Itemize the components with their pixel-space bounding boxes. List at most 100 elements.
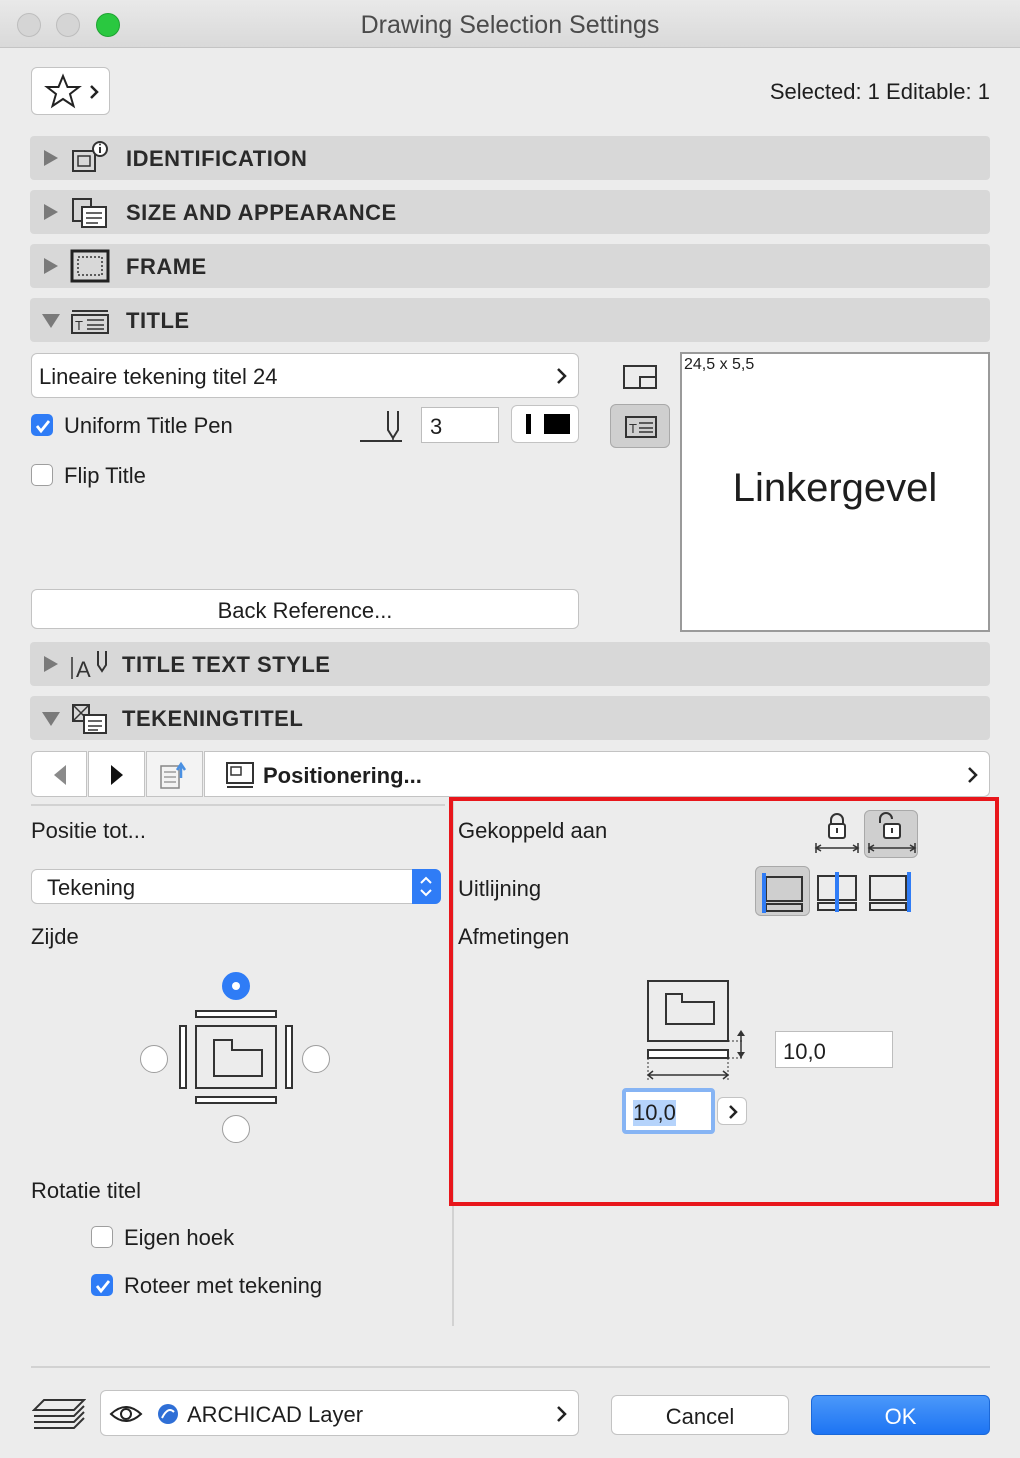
- offset-more-button[interactable]: [717, 1097, 747, 1125]
- title-type-value: Lineaire tekening titel 24: [39, 364, 278, 389]
- page-selector[interactable]: Positionering...: [204, 751, 990, 797]
- afmetingen-label: Afmetingen: [458, 924, 570, 949]
- preview-title-button[interactable]: T: [610, 404, 670, 448]
- flip-title-label: Flip Title: [64, 463, 146, 488]
- tekeningtitel-icon: [72, 704, 107, 734]
- pen-weight-swatch: [526, 414, 531, 434]
- panel-label: TITLE TEXT STYLE: [122, 652, 331, 677]
- preview-size-label: 24,5 x 5,5: [684, 356, 755, 373]
- chevron-right-icon: [968, 767, 978, 783]
- align-center-button[interactable]: [812, 866, 862, 916]
- ok-label: OK: [884, 1404, 917, 1429]
- side-bottom-radio[interactable]: [222, 1115, 250, 1143]
- panel-identification[interactable]: IDENTIFICATION: [30, 136, 990, 180]
- disclosure-closed-icon: [44, 258, 58, 274]
- panel-frame[interactable]: FRAME: [30, 244, 990, 288]
- back-reference-label: Back Reference...: [217, 598, 393, 623]
- size-appearance-icon: [72, 198, 107, 228]
- drawing-selection-settings-dialog: Drawing Selection Settings Selected: 1 E…: [0, 0, 1020, 1458]
- page-label: Positionering...: [263, 763, 422, 788]
- align-right-icon: [869, 872, 911, 912]
- pen-number-input[interactable]: 3: [421, 407, 499, 443]
- select-stepper: [412, 869, 441, 904]
- title-bar: Drawing Selection Settings: [0, 0, 1020, 48]
- selection-info: Selected: 1 Editable: 1: [769, 79, 990, 104]
- positie-value: Tekening: [47, 875, 136, 900]
- gekoppeld-aan-label: Gekoppeld aan: [458, 818, 608, 843]
- back-reference-button[interactable]: Back Reference...: [31, 589, 579, 629]
- disclosure-closed-icon: [44, 656, 58, 672]
- rotatie-titel-label: Rotatie titel: [31, 1178, 142, 1203]
- page-icon: [226, 762, 254, 788]
- text-style-icon: A: [71, 651, 107, 681]
- panel-title-text-style[interactable]: A TITLE TEXT STYLE: [30, 642, 990, 686]
- uitlijning-label: Uitlijning: [458, 876, 542, 901]
- up-down-arrows-icon: [420, 876, 432, 897]
- page-menu-button[interactable]: [146, 751, 203, 797]
- divider: [31, 804, 445, 806]
- identification-icon: [72, 141, 108, 172]
- layer-stack-icon: [32, 1399, 86, 1429]
- preview-drawing-icon[interactable]: [620, 362, 660, 392]
- panel-size-and-appearance[interactable]: SIZE AND APPEARANCE: [30, 190, 990, 234]
- roteer-met-tekening-checkbox[interactable]: [91, 1274, 113, 1296]
- align-left-icon: [762, 873, 803, 913]
- pen-color-swatch: [544, 414, 570, 434]
- vertical-offset-input[interactable]: 10,0: [775, 1031, 893, 1068]
- panel-label: TEKENINGTITEL: [122, 706, 304, 731]
- eigen-hoek-checkbox[interactable]: [91, 1226, 113, 1248]
- link-unlocked-button[interactable]: [864, 810, 918, 858]
- horizontal-offset-value: 10,0: [633, 1100, 676, 1126]
- svg-text:T: T: [75, 318, 83, 333]
- disclosure-closed-icon: [44, 204, 58, 220]
- cancel-button[interactable]: Cancel: [611, 1395, 789, 1435]
- link-locked-button[interactable]: [812, 810, 862, 858]
- vertical-offset-value: 10,0: [783, 1039, 826, 1064]
- positie-select[interactable]: Tekening: [31, 869, 441, 904]
- layer-lock-icon: [158, 1404, 178, 1424]
- pen-number-value: 3: [430, 414, 443, 439]
- star-icon: [44, 73, 99, 109]
- chevron-right-icon: [557, 368, 567, 384]
- align-right-button[interactable]: [866, 866, 916, 916]
- disclosure-open-icon: [42, 314, 60, 328]
- panel-label: SIZE AND APPEARANCE: [126, 200, 397, 225]
- side-top-radio[interactable]: [222, 972, 250, 1000]
- layer-selector[interactable]: ARCHICAD Layer: [100, 1390, 579, 1436]
- title-preview: 24,5 x 5,5 Linkergevel: [680, 352, 990, 632]
- lock-closed-icon: [814, 813, 860, 853]
- favorites-button[interactable]: [31, 67, 110, 115]
- page-list-icon: [160, 761, 187, 789]
- side-right-radio[interactable]: [302, 1045, 330, 1073]
- pen-icon: [360, 411, 402, 442]
- svg-text:A: A: [76, 657, 91, 681]
- title-icon: T: [625, 416, 657, 438]
- panel-title[interactable]: T TITLE: [30, 298, 990, 342]
- preview-title-text: Linkergevel: [732, 466, 938, 510]
- pen-color-button[interactable]: [511, 405, 579, 443]
- side-left-radio[interactable]: [140, 1045, 168, 1073]
- side-diagram: [179, 1010, 293, 1104]
- positie-tot-label: Positie tot...: [31, 818, 146, 843]
- footer-divider: [31, 1366, 990, 1368]
- eye-icon: [109, 1406, 143, 1422]
- previous-page-button[interactable]: [31, 751, 87, 797]
- offset-diagram: [646, 980, 745, 1080]
- chevron-right-icon: [729, 1105, 738, 1119]
- align-left-button[interactable]: [755, 866, 810, 916]
- ok-button[interactable]: OK: [811, 1395, 990, 1435]
- title-type-selector[interactable]: Lineaire tekening titel 24: [31, 353, 579, 398]
- disclosure-open-icon: [42, 712, 60, 726]
- zijde-label: Zijde: [31, 924, 79, 949]
- svg-text:T: T: [629, 421, 637, 436]
- roteer-met-tekening-label: Roteer met tekening: [124, 1273, 323, 1298]
- panel-label: TITLE: [126, 308, 190, 333]
- uniform-title-pen-checkbox[interactable]: [31, 414, 53, 436]
- flip-title-checkbox[interactable]: [31, 464, 53, 486]
- horizontal-offset-input[interactable]: 10,0: [622, 1088, 715, 1134]
- triangle-right-icon: [111, 765, 123, 785]
- cancel-label: Cancel: [665, 1404, 735, 1429]
- panel-tekeningtitel[interactable]: TEKENINGTITEL: [30, 696, 990, 740]
- window-title: Drawing Selection Settings: [360, 11, 660, 39]
- next-page-button[interactable]: [88, 751, 145, 797]
